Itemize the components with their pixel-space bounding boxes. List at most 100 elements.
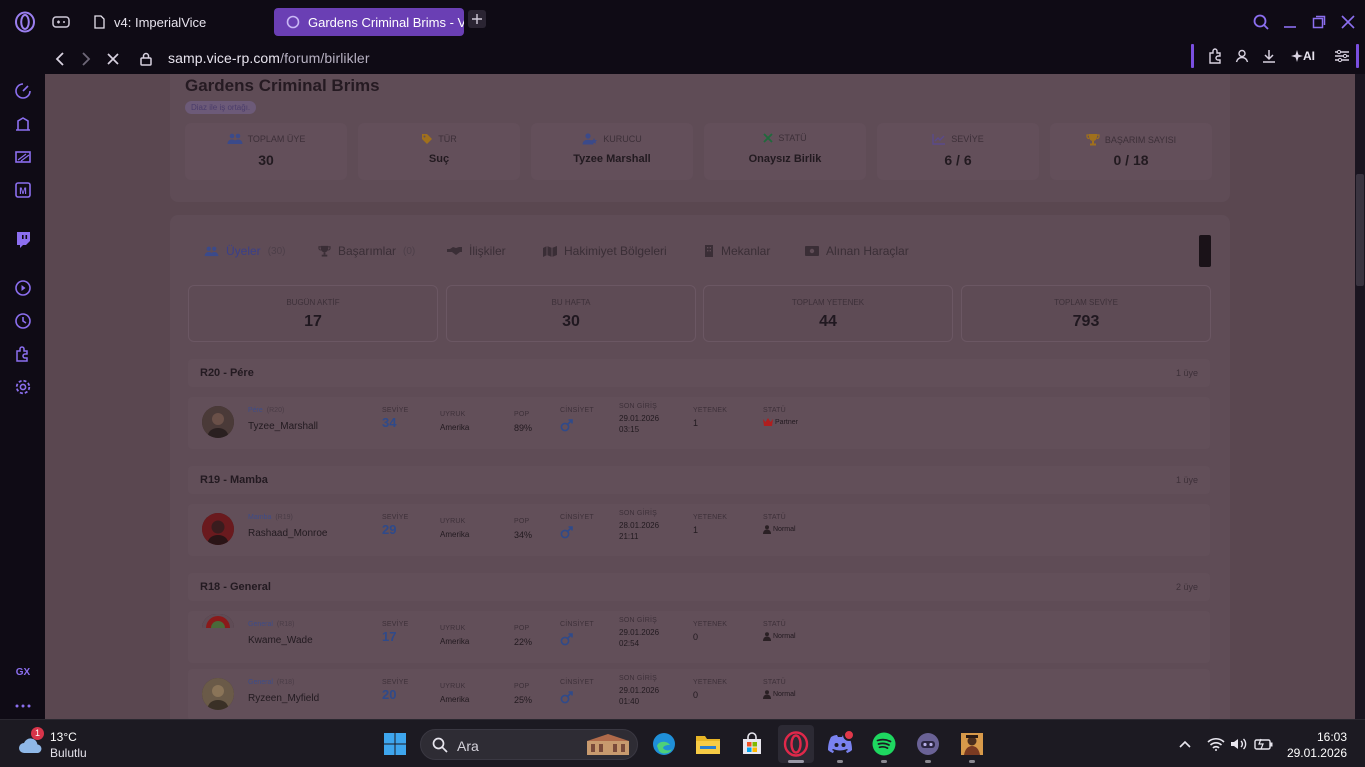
member-name[interactable]: Rashaad_Monroe [248, 528, 328, 539]
vpn-app-icon[interactable] [914, 730, 942, 758]
url-field[interactable]: samp.vice-rp.com/forum/birlikler [168, 50, 370, 66]
member-rank: Mamba (R19) [248, 514, 293, 521]
money-icon [805, 246, 819, 256]
member-row[interactable]: Pére (R20) Tyzee_Marshall SEVİYE 34 UYRUK A… [188, 397, 1210, 449]
tab-achievements[interactable]: Başarımlar (0) [318, 244, 415, 258]
file-explorer-icon[interactable] [694, 730, 722, 758]
member-row[interactable]: General (R18) Kwame_Wade SEVİYE 17 UYRUK Am… [188, 611, 1210, 663]
member-name[interactable]: Tyzee_Marshall [248, 421, 318, 432]
store-icon[interactable] [738, 730, 766, 758]
member-row[interactable]: Mamba (R19) Rashaad_Monroe SEVİYE 29 UYRUK… [188, 504, 1210, 556]
member-login-date: 28.01.2026 [619, 521, 660, 530]
col-pop: POP 22% [514, 625, 532, 647]
tab-count: (0) [403, 245, 416, 257]
gx-badge[interactable]: GX [12, 662, 34, 682]
search-tabs-icon[interactable] [1249, 10, 1273, 34]
easy-setup-icon[interactable] [1330, 44, 1354, 68]
opera-logo-icon[interactable] [13, 10, 37, 34]
battery-icon[interactable] [1253, 730, 1275, 758]
stat-level: SEVİYE 6 / 6 [877, 123, 1039, 180]
close-window-icon[interactable] [1336, 10, 1360, 34]
stop-loading-icon[interactable] [101, 47, 125, 71]
member-row[interactable]: General (R18) Ryzeen_Myfield SEVİYE 20 UYR… [188, 669, 1210, 719]
tab-venues[interactable]: Mekanlar [704, 244, 770, 258]
tab-territories[interactable]: Hakimiyet Bölgeleri [543, 244, 667, 258]
volume-icon[interactable] [1228, 730, 1250, 758]
more-icon[interactable] [13, 696, 33, 716]
page-icon [92, 15, 106, 29]
opera-gx-taskbar-icon[interactable] [778, 725, 814, 763]
address-divider [1191, 44, 1194, 68]
faction-title: Gardens Criminal Brims [185, 76, 380, 95]
col-header: CİNSİYET [560, 407, 594, 414]
extensions-sidebar-icon[interactable] [13, 344, 33, 364]
tab-relations[interactable]: İlişkiler [447, 244, 506, 258]
tab-members[interactable]: Üyeler (30) [204, 244, 285, 258]
col-nation: UYRUK Amerika [440, 411, 469, 432]
member-name[interactable]: Ryzeen_Myfield [248, 693, 319, 704]
avatar [202, 406, 234, 438]
col-header: SON GİRİŞ [619, 617, 657, 624]
rank-group-count: 1 üye [1175, 475, 1198, 485]
forward-icon[interactable] [74, 47, 98, 71]
show-hidden-icons[interactable] [1171, 730, 1199, 758]
speed-dial-icon[interactable] [13, 81, 33, 101]
tab-tributes[interactable]: Alınan Haraçlar [805, 244, 909, 258]
clock-date[interactable]: 29.01.2026 [1287, 746, 1347, 760]
lock-icon[interactable] [134, 47, 158, 71]
gamepad-icon[interactable] [49, 10, 73, 34]
player-icon[interactable] [13, 278, 33, 298]
male-icon [560, 633, 594, 648]
minimize-icon[interactable] [1278, 10, 1302, 34]
game-launcher-icon[interactable] [958, 730, 986, 758]
twitch-icon[interactable] [13, 229, 33, 249]
tab-gardens-criminal-brims[interactable]: Gardens Criminal Brims - V [274, 8, 464, 36]
edge-icon[interactable] [650, 730, 678, 758]
scroll-tabs-button[interactable] [1199, 235, 1211, 267]
extensions-icon[interactable] [1203, 44, 1227, 68]
spotify-icon[interactable] [870, 730, 898, 758]
ai-label: AI [1303, 49, 1315, 63]
taskbar-search[interactable]: Ara [420, 729, 638, 760]
rank-group-header[interactable]: R20 - Pére 1 üye [188, 359, 1210, 387]
gx-corner-icon[interactable] [13, 147, 33, 167]
browser-sidebar: M GX [0, 74, 45, 719]
discord-badge [843, 729, 855, 741]
scrollbar-thumb[interactable] [1356, 174, 1364, 286]
page-scrollbar[interactable] [1355, 74, 1365, 719]
col-header: CİNSİYET [560, 514, 594, 521]
restore-icon[interactable] [1307, 10, 1331, 34]
avatar [202, 614, 234, 628]
profile-icon[interactable] [1230, 44, 1254, 68]
tab-imperialvice[interactable]: v4: ImperialVice [80, 8, 270, 36]
settings-icon[interactable] [13, 377, 33, 397]
col-pop: POP 89% [514, 411, 532, 433]
col-header: UYRUK [440, 518, 466, 525]
summary-value: 44 [819, 313, 837, 330]
col-pop: POP 34% [514, 518, 532, 540]
male-icon [560, 691, 594, 706]
wifi-icon[interactable] [1205, 730, 1227, 758]
ai-button[interactable]: AI [1286, 44, 1320, 68]
history-icon[interactable] [13, 311, 33, 331]
address-bar: samp.vice-rp.com/forum/birlikler AI [45, 44, 1365, 74]
member-status: Normal [773, 691, 796, 698]
gx-control-icon[interactable] [13, 114, 33, 134]
col-status: STATÜ Normal [763, 679, 796, 699]
user-icon [763, 632, 771, 641]
download-icon[interactable] [1257, 44, 1281, 68]
weather-temp: 13°C [50, 730, 77, 744]
member-name[interactable]: Kwame_Wade [248, 635, 313, 646]
running-indicator [788, 760, 804, 763]
new-tab-button[interactable] [468, 10, 486, 28]
gx-cleaner-icon[interactable]: M [13, 180, 33, 200]
tab-label: Alınan Haraçlar [826, 244, 909, 258]
avatar [202, 678, 234, 710]
start-button[interactable] [381, 730, 409, 758]
back-icon[interactable] [48, 47, 72, 71]
rank-group-header[interactable]: R19 - Mamba 1 üye [188, 466, 1210, 494]
rank-group-header[interactable]: R18 - General 2 üye [188, 573, 1210, 601]
search-placeholder: Ara [457, 738, 479, 754]
running-indicator [969, 760, 975, 763]
clock-time[interactable]: 16:03 [1317, 730, 1347, 744]
